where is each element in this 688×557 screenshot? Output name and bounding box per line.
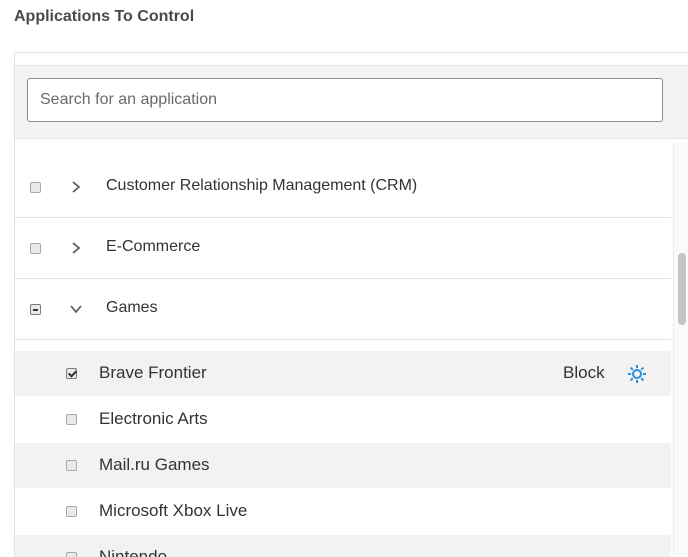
chevron-down-icon[interactable]	[69, 302, 83, 316]
category-label-games: Games	[106, 299, 158, 316]
app-row-nintendo[interactable]: Nintendo	[15, 535, 671, 557]
applications-panel: Customer Relationship Management (CRM) E…	[14, 52, 688, 557]
category-checkbox-ecommerce[interactable]	[30, 243, 41, 254]
category-label-crm: Customer Relationship Management (CRM)	[106, 177, 418, 194]
app-checkbox-nintendo[interactable]	[66, 552, 77, 557]
app-row-brave-frontier[interactable]: Brave Frontier Block	[15, 351, 671, 396]
app-label-electronic-arts: Electronic Arts	[99, 409, 208, 428]
app-checkbox-mailru-games[interactable]	[66, 460, 77, 471]
category-row-games[interactable]: Games	[15, 279, 671, 340]
list-top-divider	[15, 139, 671, 158]
application-list: Customer Relationship Management (CRM) E…	[15, 139, 673, 557]
category-row-ecommerce[interactable]: E-Commerce	[15, 218, 671, 279]
category-checkbox-games[interactable]	[30, 304, 41, 315]
section-title: Applications To Control	[14, 8, 195, 25]
app-label-brave-frontier: Brave Frontier	[99, 363, 207, 382]
scrollbar-thumb[interactable]	[678, 253, 686, 325]
app-checkbox-electronic-arts[interactable]	[66, 414, 77, 425]
app-row-mailru-games[interactable]: Mail.ru Games	[15, 443, 671, 488]
gear-icon[interactable]	[626, 363, 648, 385]
app-action-label[interactable]: Block	[563, 363, 605, 383]
app-checkbox-xbox-live[interactable]	[66, 506, 77, 517]
category-row-crm[interactable]: Customer Relationship Management (CRM)	[15, 157, 671, 218]
app-row-electronic-arts[interactable]: Electronic Arts	[15, 397, 671, 442]
search-bar	[15, 65, 688, 139]
app-row-xbox-live[interactable]: Microsoft Xbox Live	[15, 489, 671, 534]
chevron-right-icon[interactable]	[69, 180, 83, 194]
category-label-ecommerce: E-Commerce	[106, 238, 201, 255]
app-checkbox-brave-frontier[interactable]	[66, 368, 77, 379]
app-label-xbox-live: Microsoft Xbox Live	[99, 501, 248, 520]
chevron-right-icon[interactable]	[69, 241, 83, 255]
list-scrollbar[interactable]	[673, 143, 688, 557]
app-label-mailru-games: Mail.ru Games	[99, 455, 210, 474]
category-checkbox-crm[interactable]	[30, 182, 41, 193]
application-search-input[interactable]	[27, 78, 663, 122]
